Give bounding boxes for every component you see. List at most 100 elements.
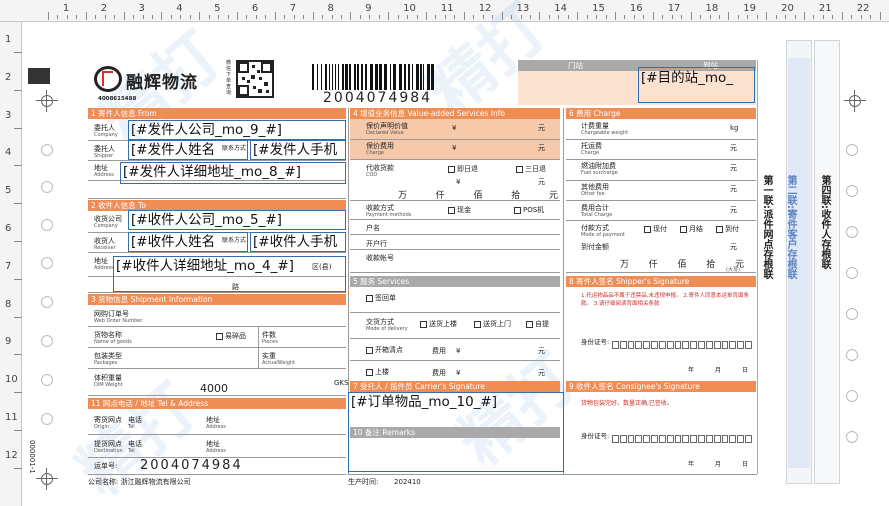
consignee-sign-section-header: 9 收件人签名 Consignee's Signature <box>566 381 756 392</box>
perforation-hole <box>846 267 858 279</box>
horizontal-ruler[interactable]: 1 2 3 4 5 6 7 8 9 10 11 12 13 14 15 16 17 18 19 20 21 22 <box>0 0 889 22</box>
perforation-hole <box>846 144 858 156</box>
ruler-number: 18 <box>705 3 719 14</box>
ruler-number: 20 <box>781 3 794 14</box>
return-receipt-checkbox[interactable]: 签回单 <box>366 294 396 302</box>
ruler-number: 2 <box>5 71 12 83</box>
qr-code <box>236 60 274 98</box>
perforation-hole <box>846 185 858 197</box>
ruler-number: 9 <box>365 3 372 14</box>
sender-name-field[interactable]: [#发件人姓名 <box>128 140 248 160</box>
shipment-section-header: 3 货物信息 Shipment Information <box>88 294 346 305</box>
ruler-number: 6 <box>251 3 259 14</box>
ruler-number: 14 <box>554 3 568 14</box>
service-section-header: 5 服务 Services <box>350 276 560 287</box>
prepaid-checkbox[interactable]: 现付 <box>644 225 667 233</box>
perforation-hole <box>41 413 53 425</box>
perforation-hole <box>846 390 858 402</box>
door-upstairs-checkbox[interactable]: 送货上楼 <box>420 320 457 328</box>
copy-label-first: 第一联:派件网点存根联 <box>761 175 772 279</box>
ruler-number: 5 <box>5 185 12 197</box>
receiver-address-label: 地址 <box>94 257 108 265</box>
ruler-number: 7 <box>5 260 12 272</box>
side-code: 000001-1 <box>28 440 36 474</box>
sender-name-label: 委托人 <box>94 145 115 153</box>
sender-address-field[interactable]: [#发件人详细地址_mo_8_#] <box>120 162 346 184</box>
fragile-checkbox[interactable]: 易碎品 <box>216 332 246 340</box>
sender-company-label: 委托人 <box>94 124 115 132</box>
barcode <box>312 64 434 90</box>
perforation-hole <box>41 144 53 156</box>
dest-station-field[interactable]: [#目的站_mo_ <box>638 67 755 103</box>
perforation-hole <box>41 181 53 193</box>
ruler-number: 6 <box>5 223 12 234</box>
ruler-number: 17 <box>667 3 681 14</box>
sender-phone-field[interactable]: [#发件人手机 <box>250 140 346 160</box>
sign-date: 年月日 <box>688 367 748 374</box>
ruler-number: 7 <box>289 3 297 14</box>
ruler-number: 1 <box>62 3 70 14</box>
value-added-section-header: 4 增值业务信息 Value-added Services Info <box>350 108 560 119</box>
production-date: 202410 <box>394 478 421 486</box>
ruler-number: 22 <box>856 3 870 14</box>
upstairs-checkbox[interactable]: 上楼 <box>366 368 389 376</box>
three-day-return-checkbox[interactable]: 三日退 <box>516 165 546 173</box>
id-number-boxes[interactable] <box>612 435 752 443</box>
receiver-address-field[interactable]: [#收件人详细地址_mo_4_#] <box>113 256 346 292</box>
sender-company-field[interactable]: [#发件人公司_mo_9_#] <box>128 120 346 140</box>
black-mark <box>28 68 50 84</box>
cash-checkbox[interactable]: 现金 <box>448 206 471 214</box>
waybill-number: 2004074984 <box>140 458 243 473</box>
ruler-number: 15 <box>592 3 605 14</box>
instant-return-checkbox[interactable]: 即日退 <box>448 165 478 173</box>
fees-section-header: 6 费用 Charge <box>566 108 756 119</box>
registration-mark <box>36 468 58 490</box>
ruler-number: 1 <box>5 34 12 45</box>
ruler-number: 4 <box>5 147 12 159</box>
sender-sign-terms: 1.托运物品品不属于违禁品,未违规申报。 2.寄件人同意本运单背面条款。 3.请… <box>581 293 749 307</box>
consignee-date: 年月日 <box>688 461 748 468</box>
sender-sign-section-header: 8 寄件人签名 Shipper's Signature <box>566 276 756 287</box>
barcode-number: 2004074984 <box>323 90 433 106</box>
ruler-number: 11 <box>440 3 454 14</box>
sender-address-label: 地址 <box>94 164 108 172</box>
self-pickup-checkbox[interactable]: 自提 <box>526 320 549 328</box>
vertical-ruler[interactable]: 1 2 3 4 5 6 7 8 9 10 11 12 <box>0 22 22 506</box>
id-number-boxes[interactable] <box>612 341 752 349</box>
ruler-number: 10 <box>403 3 416 14</box>
dim-weight-value: 4000 <box>200 382 228 395</box>
copy-label-fourth: 第四联:收件人存根联 <box>819 175 830 269</box>
perforation-hole <box>41 335 53 347</box>
receiver-phone-field[interactable]: [#收件人手机 <box>250 232 346 252</box>
hotline: 4008615488 <box>98 96 137 102</box>
pos-checkbox[interactable]: POS机 <box>514 206 544 214</box>
collect-checkbox[interactable]: 到付 <box>716 225 739 233</box>
open-box-checkbox[interactable]: 开箱清点 <box>366 346 403 354</box>
ruler-number: 12 <box>5 449 18 461</box>
door-delivery-checkbox[interactable]: 送货上门 <box>474 320 511 328</box>
ruler-number: 11 <box>5 412 18 423</box>
ruler-number: 16 <box>629 3 643 14</box>
ruler-number: 10 <box>5 374 18 386</box>
order-goods-field[interactable]: [#订单物品_mo_10_#] <box>348 392 564 472</box>
perforation-hole <box>41 296 53 308</box>
qr-caption: 微信下单查询 <box>226 60 232 96</box>
sender-section-header: 1 寄件人信息 From <box>88 108 346 119</box>
ruler-number: 19 <box>743 3 757 14</box>
monthly-checkbox[interactable]: 月结 <box>680 225 703 233</box>
receiver-company-field[interactable]: [#收件人公司_mo_5_#] <box>128 210 346 230</box>
registration-mark <box>844 90 866 112</box>
ruler-number: 9 <box>5 336 12 348</box>
ruler-number: 21 <box>818 3 832 14</box>
receiver-company-label: 收货公司 <box>94 215 122 223</box>
footer-company: 公司名称: 浙江融辉物流有限公司 <box>88 478 191 486</box>
ruler-number: 3 <box>138 3 145 14</box>
company-name: 融辉物流 <box>126 73 198 93</box>
ruler-number: 3 <box>5 109 12 121</box>
perforation-hole <box>41 374 53 386</box>
receiver-name-field[interactable]: [#收件人姓名 <box>128 232 248 252</box>
perforation-hole <box>846 349 858 361</box>
ruler-number: 8 <box>5 298 12 310</box>
ruler-number: 5 <box>214 3 221 14</box>
perforation-hole <box>41 257 53 269</box>
